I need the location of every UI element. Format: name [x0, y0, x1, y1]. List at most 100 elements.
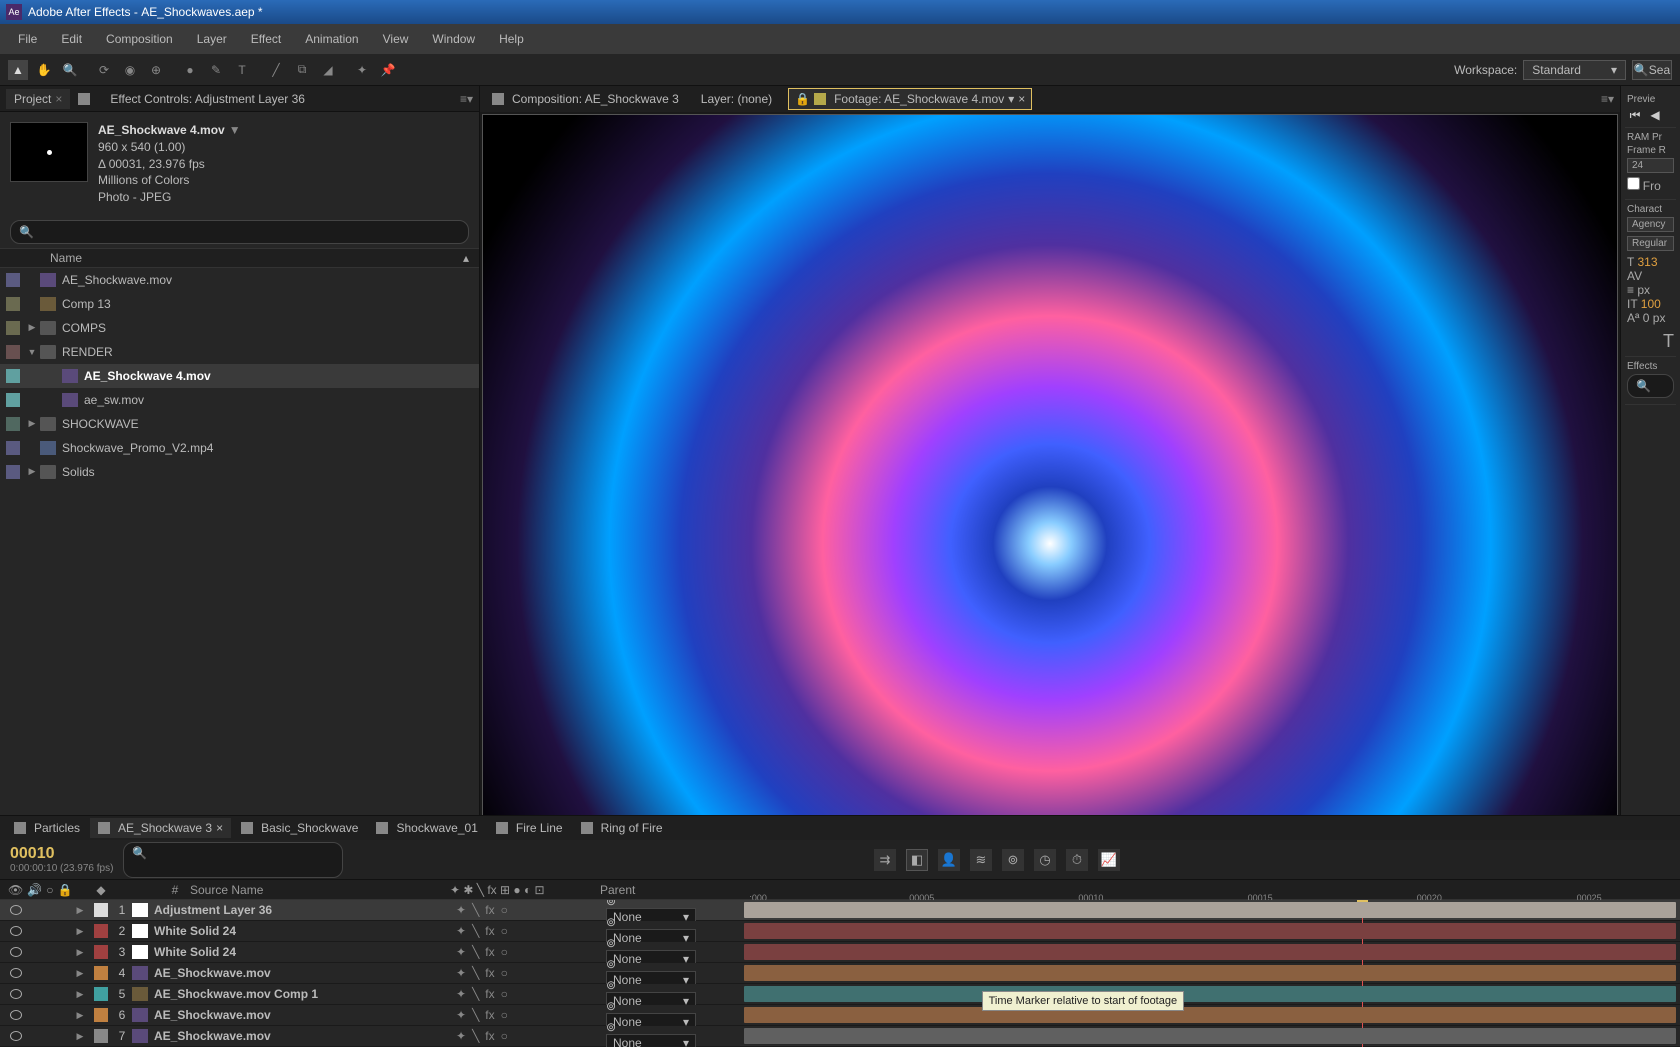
name-column-header[interactable]: Name: [50, 251, 82, 265]
layer-name[interactable]: Adjustment Layer 36: [154, 903, 450, 917]
color-label[interactable]: [6, 345, 20, 359]
color-label[interactable]: [6, 465, 20, 479]
source-column[interactable]: Source Name: [190, 883, 450, 897]
menu-window[interactable]: Window: [422, 28, 485, 50]
layer-color-label[interactable]: [94, 1008, 108, 1022]
layer-duration-bar[interactable]: [744, 965, 1676, 981]
project-tab[interactable]: Project×: [6, 89, 70, 109]
menu-edit[interactable]: Edit: [51, 28, 92, 50]
character-panel-label[interactable]: Charact: [1627, 204, 1674, 215]
layer-color-label[interactable]: [94, 966, 108, 980]
layer-switches[interactable]: ✦╲fx○: [450, 1029, 600, 1043]
selection-tool-icon[interactable]: ▲: [8, 60, 28, 80]
visibility-icon[interactable]: [10, 905, 22, 915]
lock-icon[interactable]: 🔒: [795, 92, 810, 106]
timeline-layer[interactable]: ▶ 1 Adjustment Layer 36 ✦╲fx○ ⊚ None▾: [0, 900, 1680, 921]
project-search[interactable]: 🔍: [10, 220, 469, 244]
rotation-tool-icon[interactable]: ⟳: [94, 60, 114, 80]
timeline-tab[interactable]: AE_Shockwave 3×: [90, 818, 231, 838]
color-label[interactable]: [6, 273, 20, 287]
item-dropdown-icon[interactable]: ▼: [229, 123, 241, 137]
timeline-layer[interactable]: ▶ 6 AE_Shockwave.mov ✦╲fx○ ⊚ None▾: [0, 1005, 1680, 1026]
color-label[interactable]: [6, 297, 20, 311]
layer-color-label[interactable]: [94, 924, 108, 938]
twirl-icon[interactable]: ▼: [26, 347, 38, 357]
project-item[interactable]: ae_sw.mov: [0, 388, 479, 412]
layer-viewer-tab[interactable]: Layer: (none): [695, 89, 778, 109]
bold-icon[interactable]: T: [1627, 331, 1674, 352]
project-item[interactable]: Comp 13: [0, 292, 479, 316]
timeline-tab[interactable]: Fire Line: [488, 818, 571, 838]
twirl-icon[interactable]: ▶: [26, 466, 38, 477]
graph-editor-icon[interactable]: 📈: [1098, 849, 1120, 871]
menu-file[interactable]: File: [8, 28, 47, 50]
layer-duration-bar[interactable]: [744, 1007, 1676, 1023]
layer-name[interactable]: White Solid 24: [154, 945, 450, 959]
menu-layer[interactable]: Layer: [187, 28, 237, 50]
project-item[interactable]: ▼ RENDER: [0, 340, 479, 364]
visibility-icon[interactable]: [10, 1010, 22, 1020]
twirl-icon[interactable]: ▶: [70, 1010, 90, 1021]
pickwhip-icon[interactable]: ⊚: [606, 1020, 616, 1034]
project-item[interactable]: ▶ COMPS: [0, 316, 479, 340]
twirl-icon[interactable]: ▶: [70, 968, 90, 979]
color-label[interactable]: [6, 321, 20, 335]
project-search-input[interactable]: [34, 225, 460, 239]
layer-name[interactable]: AE_Shockwave.mov: [154, 1029, 450, 1043]
pen-tool-icon[interactable]: ✎: [206, 60, 226, 80]
menu-help[interactable]: Help: [489, 28, 534, 50]
eraser-tool-icon[interactable]: ◢: [318, 60, 338, 80]
visibility-icon[interactable]: [10, 968, 22, 978]
timeline-tab[interactable]: Ring of Fire: [573, 818, 671, 838]
pan-behind-tool-icon[interactable]: ⊕: [146, 60, 166, 80]
puppet-tool-icon[interactable]: 📌: [378, 60, 398, 80]
pickwhip-icon[interactable]: ⊚: [606, 915, 616, 929]
shape-tool-icon[interactable]: ●: [180, 60, 200, 80]
color-label[interactable]: [6, 393, 20, 407]
layer-duration-bar[interactable]: [744, 902, 1676, 918]
layer-duration-bar[interactable]: [744, 1028, 1676, 1044]
pickwhip-icon[interactable]: ⊚: [606, 957, 616, 971]
brush-tool-icon[interactable]: ╱: [266, 60, 286, 80]
layer-duration-bar[interactable]: [744, 944, 1676, 960]
timeline-layer[interactable]: ▶ 7 AE_Shockwave.mov ✦╲fx○ ⊚ None▾: [0, 1026, 1680, 1047]
comp-viewer-tab[interactable]: Composition: AE_Shockwave 3: [486, 89, 685, 109]
menu-view[interactable]: View: [373, 28, 419, 50]
layer-name[interactable]: AE_Shockwave.mov Comp 1: [154, 987, 450, 1001]
layer-search-input[interactable]: [132, 860, 334, 874]
project-item[interactable]: AE_Shockwave.mov: [0, 268, 479, 292]
search-help-button[interactable]: 🔍 Sea: [1632, 60, 1672, 80]
effect-controls-tab[interactable]: Effect Controls: Adjustment Layer 36: [102, 89, 313, 109]
visibility-icon[interactable]: [10, 926, 22, 936]
visibility-icon[interactable]: [10, 947, 22, 957]
timeline-layer[interactable]: ▶ 4 AE_Shockwave.mov ✦╲fx○ ⊚ None▾: [0, 963, 1680, 984]
project-item[interactable]: ▶ Solids: [0, 460, 479, 484]
pickwhip-icon[interactable]: ⊚: [606, 900, 616, 908]
menu-composition[interactable]: Composition: [96, 28, 183, 50]
comp-mini-flowchart-icon[interactable]: ⇉: [874, 849, 896, 871]
menu-animation[interactable]: Animation: [295, 28, 368, 50]
visibility-icon[interactable]: [10, 989, 22, 999]
font-size-value[interactable]: 313: [1637, 255, 1657, 269]
layer-duration-bar[interactable]: [744, 923, 1676, 939]
visibility-icon[interactable]: [10, 1031, 22, 1041]
twirl-icon[interactable]: ▶: [70, 947, 90, 958]
auto-keyframe-icon[interactable]: ⏱: [1066, 849, 1088, 871]
layer-switches[interactable]: ✦╲fx○: [450, 924, 600, 938]
twirl-icon[interactable]: ▶: [70, 989, 90, 1000]
layer-color-label[interactable]: [94, 945, 108, 959]
timeline-tab[interactable]: Particles: [6, 818, 88, 838]
close-icon[interactable]: ×: [1018, 92, 1025, 106]
project-item[interactable]: AE_Shockwave 4.mov: [0, 364, 479, 388]
layer-switches[interactable]: ✦╲fx○: [450, 945, 600, 959]
prev-frame-icon[interactable]: ◀: [1647, 107, 1663, 123]
twirl-icon[interactable]: ▶: [70, 1031, 90, 1042]
hand-tool-icon[interactable]: ✋: [34, 60, 54, 80]
preview-panel-label[interactable]: Previe: [1627, 94, 1674, 105]
timeline-layer[interactable]: ▶ 5 AE_Shockwave.mov Comp 1 ✦╲fx○ ⊚ None…: [0, 984, 1680, 1005]
type-tool-icon[interactable]: T: [232, 60, 252, 80]
tab-swatch-icon[interactable]: [78, 93, 90, 105]
layer-name[interactable]: White Solid 24: [154, 924, 450, 938]
first-frame-icon[interactable]: ⏮: [1627, 107, 1643, 123]
layer-switches[interactable]: ✦╲fx○: [450, 1008, 600, 1022]
